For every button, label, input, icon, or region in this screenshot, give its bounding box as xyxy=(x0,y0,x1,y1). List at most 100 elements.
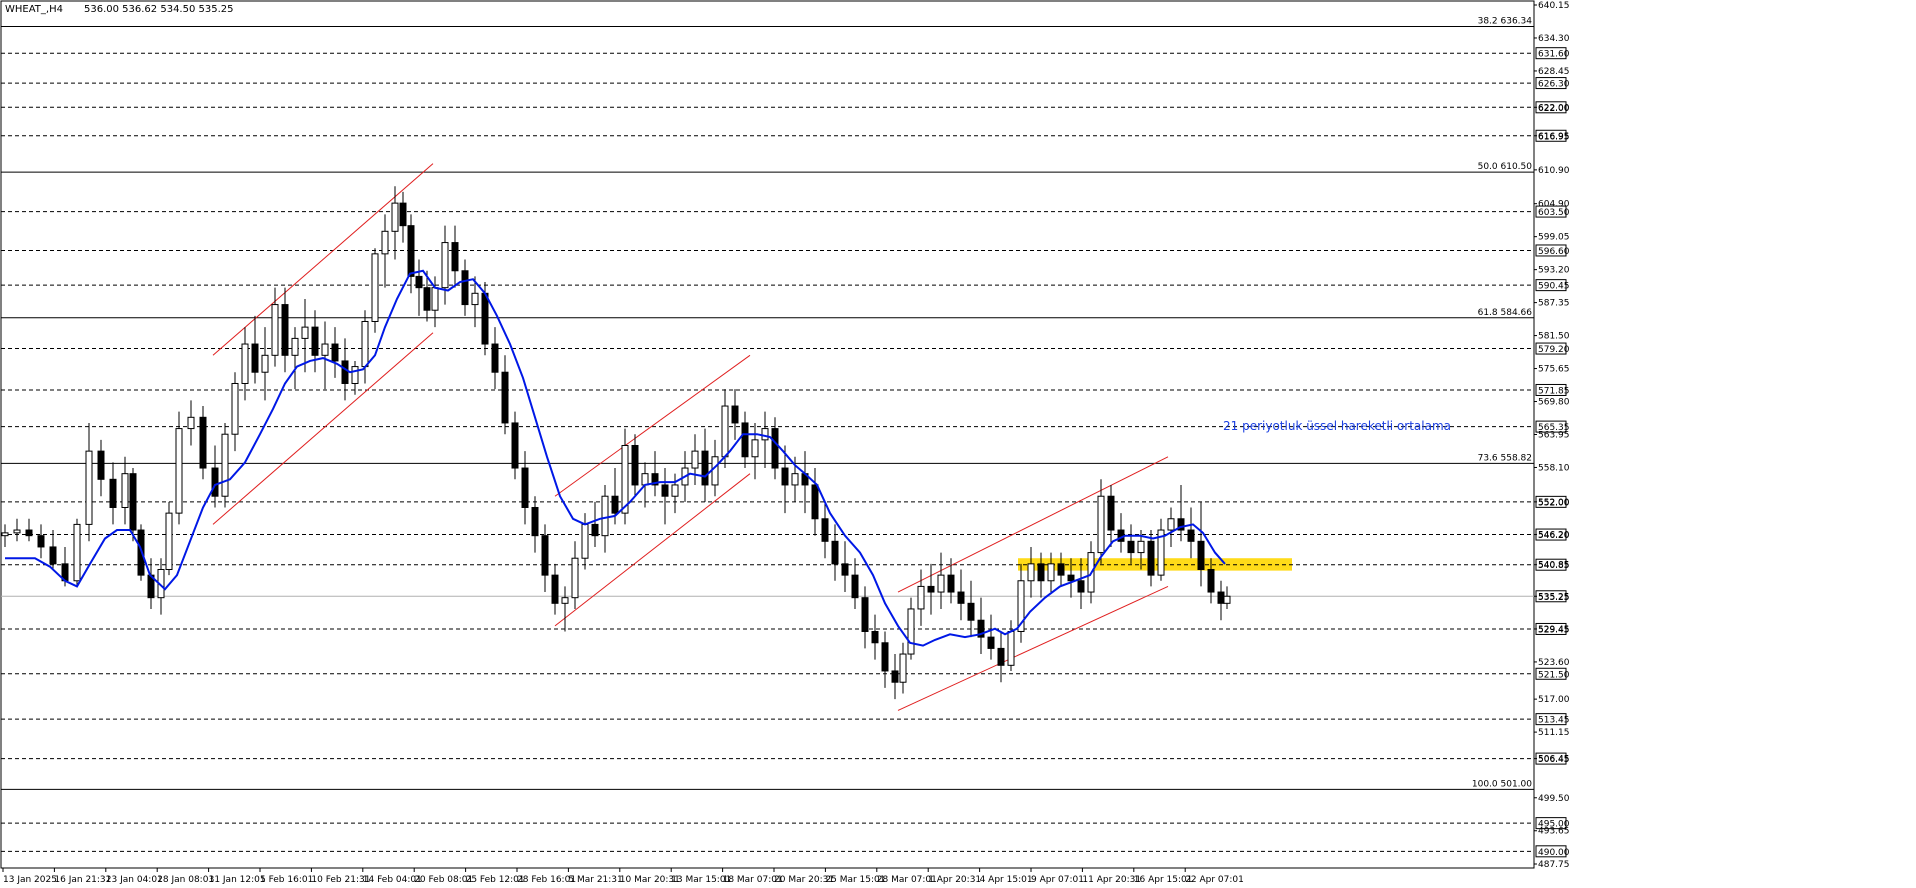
symbol-label: WHEAT_,H4 xyxy=(5,4,63,15)
candle-body xyxy=(391,202,399,232)
time-tick-label: 9 Apr 07:01 xyxy=(1031,875,1084,885)
candle-body xyxy=(351,366,359,384)
candle-body xyxy=(721,405,729,458)
candle-body xyxy=(661,484,669,497)
price-tick-label: 546.20 xyxy=(1538,531,1570,541)
time-tick-label: 10 Feb 21:31 xyxy=(311,875,370,885)
candle-body xyxy=(165,512,173,570)
candle-body xyxy=(361,320,369,368)
candle-body xyxy=(641,473,649,486)
candle-body xyxy=(331,343,339,362)
candle-body xyxy=(281,304,289,356)
candle-body xyxy=(997,647,1005,666)
level-label: 513.45 xyxy=(1538,716,1570,726)
time-tick-label: 16 Jan 21:31 xyxy=(54,875,111,885)
candle-body xyxy=(301,326,309,339)
candle-body xyxy=(821,518,829,542)
candle-body xyxy=(631,444,639,486)
candle-body xyxy=(187,416,195,430)
candle xyxy=(175,411,183,525)
time-tick-label: 28 Jan 08:01 xyxy=(157,875,214,885)
candle-body xyxy=(551,574,559,604)
candle-body xyxy=(1217,591,1225,604)
level-label: 596.60 xyxy=(1538,247,1570,257)
candle-body xyxy=(571,557,579,599)
candle-body xyxy=(831,540,839,565)
candle-body xyxy=(109,478,117,508)
candle-body xyxy=(937,574,945,593)
candle-body xyxy=(751,439,759,458)
level-label: 579.20 xyxy=(1538,345,1570,355)
candle-body xyxy=(541,535,549,576)
price-tick-label: 563.95 xyxy=(1538,431,1570,441)
candle-body xyxy=(701,450,709,486)
candle-body xyxy=(175,428,183,514)
candle-body xyxy=(471,292,479,306)
candle-body xyxy=(371,253,379,322)
candle-body xyxy=(381,230,389,255)
price-tick-label: 552.00 xyxy=(1538,498,1570,508)
candle xyxy=(199,406,207,480)
candle-body xyxy=(1167,518,1175,531)
price-tick-label: 506.45 xyxy=(1538,755,1570,765)
candle-body xyxy=(49,546,57,565)
candle-body xyxy=(781,467,789,486)
level-label: 631.60 xyxy=(1538,50,1570,60)
candle-body xyxy=(711,456,719,486)
candle-body xyxy=(1027,563,1035,582)
price-tick-label: 604.90 xyxy=(1538,200,1570,210)
time-tick-label: 1 Apr 20:31 xyxy=(928,875,981,885)
candle-body xyxy=(461,270,469,306)
candle-body xyxy=(241,343,249,384)
candle-body xyxy=(73,523,81,582)
candle-body xyxy=(907,608,915,655)
time-tick-label: 25 Feb 12:01 xyxy=(466,875,525,885)
price-tick-label: 493.65 xyxy=(1538,827,1570,837)
time-tick-label: 23 Jan 04:01 xyxy=(106,875,163,885)
price-tick-label: 599.05 xyxy=(1538,233,1570,243)
candle xyxy=(371,248,379,333)
time-tick-label: 5 Feb 16:01 xyxy=(260,875,313,885)
candle-body xyxy=(1037,563,1045,582)
candle-body xyxy=(415,275,423,289)
candle-body xyxy=(1197,540,1205,570)
candle-body xyxy=(1147,540,1155,576)
candle-body xyxy=(1207,568,1215,593)
candle-body xyxy=(1047,563,1055,582)
candle-body xyxy=(1007,630,1015,666)
candle xyxy=(221,422,229,508)
ema-annotation: 21 periyotluk üssel hareketli ortalama xyxy=(1223,419,1451,433)
price-chart[interactable]: 631.60626.30622.00616.95603.50596.60590.… xyxy=(0,0,1916,888)
price-tick-label: 487.75 xyxy=(1538,860,1570,870)
time-tick-label: 11 Apr 20:31 xyxy=(1082,875,1141,885)
candle-body xyxy=(341,360,349,384)
price-tick-label: 587.35 xyxy=(1538,299,1570,309)
candle-body xyxy=(967,602,975,621)
candle-body xyxy=(441,242,449,289)
candle-body xyxy=(987,636,995,649)
price-tick-label: 581.50 xyxy=(1538,332,1570,342)
candle-body xyxy=(37,535,45,548)
candle-body xyxy=(1107,495,1115,531)
candle-body xyxy=(581,523,589,559)
candle-body xyxy=(841,563,849,576)
price-tick-label: 593.20 xyxy=(1538,266,1570,276)
price-tick-label: 575.65 xyxy=(1538,365,1570,375)
time-tick-label: 5 Mar 21:31 xyxy=(568,875,622,885)
candle-body xyxy=(671,484,679,497)
candle-body xyxy=(129,473,137,531)
candle-body xyxy=(407,225,415,277)
candle-body xyxy=(851,574,859,599)
price-tick-label: 535.25 xyxy=(1538,592,1570,602)
fib-label: 100.0 501.00 xyxy=(1472,779,1532,789)
candle-body xyxy=(957,591,965,604)
fib-label: 73.6 558.82 xyxy=(1478,453,1532,463)
level-label: 521.50 xyxy=(1538,670,1570,680)
candle-body xyxy=(811,484,819,520)
candle-body xyxy=(917,585,925,610)
time-tick-label: 13 Jan 2025 xyxy=(3,875,57,885)
candle-body xyxy=(431,287,439,311)
candle-body xyxy=(531,506,539,537)
candle-body xyxy=(601,495,609,537)
time-tick-label: 16 Apr 15:01 xyxy=(1134,875,1193,885)
